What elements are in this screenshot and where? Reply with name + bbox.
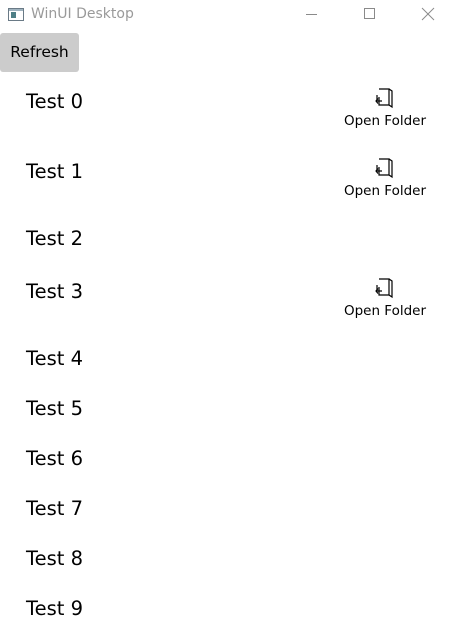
open-folder-button[interactable]: Open Folder [339, 157, 431, 205]
title-bar[interactable]: WinUI Desktop [0, 0, 455, 30]
maximize-icon [364, 8, 375, 19]
item-label: Test 4 [26, 347, 84, 370]
item-label: Test 2 [26, 227, 84, 250]
open-folder-label: Open Folder [343, 113, 427, 129]
open-folder-icon [375, 278, 393, 299]
item-label: Test 0 [26, 90, 84, 113]
item-label: Test 8 [26, 547, 84, 570]
open-folder-label: Open Folder [343, 183, 427, 199]
refresh-button[interactable]: Refresh [0, 33, 79, 72]
app-icon [8, 8, 24, 21]
app-window: WinUI Desktop Refresh Test 0 Open Folder T… [0, 0, 455, 642]
open-folder-icon [375, 158, 393, 179]
minimize-button[interactable] [290, 0, 336, 30]
open-folder-button[interactable]: Open Folder [339, 277, 431, 325]
minimize-icon [306, 14, 317, 15]
item-label: Test 7 [26, 497, 84, 520]
close-icon [421, 7, 435, 21]
item-label: Test 6 [26, 447, 84, 470]
close-button[interactable] [405, 0, 451, 30]
item-label: Test 9 [26, 597, 84, 620]
item-label: Test 1 [26, 160, 84, 183]
maximize-button[interactable] [347, 0, 393, 30]
window-title: WinUI Desktop [31, 6, 134, 22]
open-folder-button[interactable]: Open Folder [339, 87, 431, 135]
open-folder-label: Open Folder [343, 303, 427, 319]
item-label: Test 3 [26, 280, 84, 303]
open-folder-icon [375, 88, 393, 109]
item-label: Test 5 [26, 397, 84, 420]
